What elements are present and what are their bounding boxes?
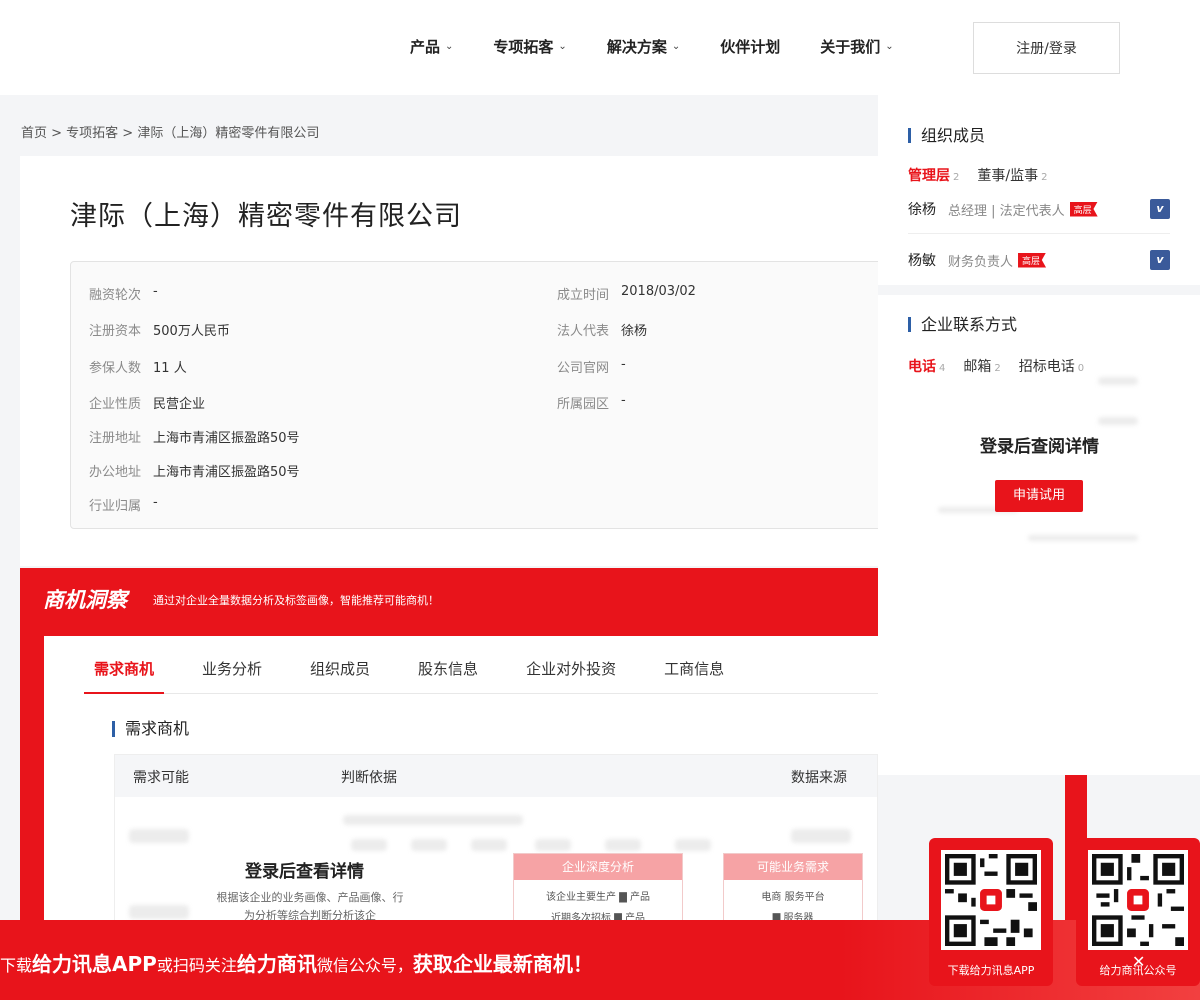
nav-solutions[interactable]: 解决方案 ⌄: [607, 36, 680, 57]
company-info-box: 融资轮次 - 成立时间 2018/03/02 注册资本 500万人民币 法人代表 徐杨 …: [70, 261, 890, 529]
chevron-down-icon: ⌄: [445, 41, 454, 52]
tab-business-registration[interactable]: 工商信息: [664, 636, 724, 693]
blurred-placeholder: [605, 839, 641, 851]
app-qr-card[interactable]: 下载给力讯息APP: [929, 838, 1053, 986]
wechat-qr-code: [1088, 850, 1188, 950]
business-insight-section: 商机洞察 通过对企业全量数据分析及标签画像，智能推荐可能商机！ 需求商机 业务分…: [20, 568, 878, 954]
company-title: 津际（上海）精密零件有限公司: [70, 201, 462, 232]
contact-title: 企业联系方式: [908, 317, 1017, 333]
insight-tabs: 需求商机 业务分析 组织成员 股东信息 企业对外投资 工商信息: [83, 636, 878, 694]
col-demand: 需求可能: [133, 770, 189, 786]
blurred-placeholder: [351, 839, 387, 851]
info-website: 公司官网 -: [557, 357, 626, 376]
chevron-down-icon: ⌄: [885, 41, 894, 52]
apply-trial-button[interactable]: 申请试用: [995, 480, 1083, 512]
blurred-placeholder: [343, 815, 523, 825]
blurred-placeholder: [129, 829, 189, 843]
tab-bid-phone[interactable]: 招标电话 0: [1019, 356, 1084, 376]
qr-code-icon: [945, 854, 1037, 946]
blurred-placeholder: [471, 839, 507, 851]
senior-badge: 高层: [1018, 252, 1047, 268]
info-industry: 行业归属 -: [89, 495, 158, 514]
insight-title: 商机洞察: [43, 588, 127, 612]
blurred-placeholder: [1098, 417, 1138, 425]
org-tabs: 管理层 2 董事/监事 2: [908, 165, 1065, 185]
info-founded: 成立时间 2018/03/02: [557, 284, 696, 303]
tab-phone[interactable]: 电话 4: [908, 356, 945, 376]
register-login-button[interactable]: 注册/登录: [973, 22, 1120, 74]
info-reg-address: 注册地址 上海市青浦区振盈路50号: [89, 431, 300, 446]
insight-panel: 需求商机 业务分析 组织成员 股东信息 企业对外投资 工商信息 需求商机 需求可…: [44, 636, 878, 954]
info-office-address: 办公地址 上海市青浦区振盈路50号: [89, 465, 300, 480]
info-capital: 注册资本 500万人民币: [89, 324, 230, 339]
table-header: 需求可能 判断依据 数据来源: [115, 755, 877, 797]
info-legal-rep: 法人代表 徐杨: [557, 324, 648, 339]
breadcrumb[interactable]: 首页 > 专项拓客 > 津际（上海）精密零件有限公司: [21, 122, 319, 141]
tab-investments[interactable]: 企业对外投资: [526, 636, 616, 693]
info-nature: 企业性质 民营企业: [89, 397, 206, 412]
blurred-placeholder: [1028, 535, 1138, 541]
chevron-down-icon: ⌄: [671, 41, 681, 52]
table-login-prompt[interactable]: 登录后查看详情: [245, 857, 364, 882]
info-financing: 融资轮次 -: [89, 284, 158, 303]
divider: [908, 233, 1170, 234]
vip-icon[interactable]: v: [1150, 250, 1170, 270]
vip-icon[interactable]: v: [1150, 199, 1170, 219]
tab-org-members[interactable]: 组织成员: [310, 636, 370, 693]
info-park: 所属园区 -: [557, 393, 626, 412]
col-source: 数据来源: [791, 770, 847, 786]
tab-demand-opportunity[interactable]: 需求商机: [83, 636, 165, 694]
right-sidebar: 组织成员 管理层 2 董事/监事 2 徐杨 总经理 | 法定代表人 高层 v 杨敏 …: [878, 95, 1200, 775]
blurred-placeholder: [791, 829, 851, 843]
org-members-title: 组织成员: [908, 128, 985, 144]
nav-partners[interactable]: 伙伴计划: [720, 36, 780, 57]
qr-code-icon: [1092, 854, 1184, 946]
banner-text: 下载给力讯息APP或扫码关注给力商讯微信公众号，获取企业最新商机！: [0, 952, 593, 976]
nav-products[interactable]: 产品 ⌄: [410, 36, 453, 57]
close-icon[interactable]: ✕: [1132, 952, 1145, 971]
info-insured: 参保人数 11 人: [89, 361, 187, 376]
top-header: 产品 ⌄ 专项拓客 ⌄ 解决方案 ⌄ 伙伴计划 关于我们 ⌄ 注册/登录: [0, 0, 1200, 95]
col-basis: 判断依据: [341, 770, 397, 786]
senior-badge: 高层: [1069, 201, 1098, 217]
insight-subtitle: 通过对企业全量数据分析及标签画像，智能推荐可能商机！: [153, 594, 439, 607]
blurred-placeholder: [1098, 377, 1138, 385]
blurred-placeholder: [535, 839, 571, 851]
contact-tabs: 电话 4 邮箱 2 招标电话 0: [908, 356, 1102, 376]
tab-shareholders[interactable]: 股东信息: [418, 636, 478, 693]
app-qr-code: [941, 850, 1041, 950]
member-row[interactable]: 杨敏 财务负责人 高层 v: [908, 236, 1170, 284]
tab-business-analysis[interactable]: 业务分析: [202, 636, 262, 693]
contact-login-prompt[interactable]: 登录后查阅详情: [980, 432, 1099, 457]
tab-email[interactable]: 邮箱 2: [963, 356, 1000, 376]
app-qr-label: 下载给力讯息APP: [947, 964, 1035, 977]
company-card: 津际（上海）精密零件有限公司 融资轮次 - 成立时间 2018/03/02 注册资本…: [20, 156, 890, 566]
nav-about[interactable]: 关于我们 ⌄: [820, 36, 893, 57]
member-row[interactable]: 徐杨 总经理 | 法定代表人 高层 v: [908, 185, 1170, 233]
chevron-down-icon: ⌄: [558, 41, 567, 52]
section-gap: [878, 285, 1200, 295]
nav-special-leads[interactable]: 专项拓客 ⌄: [493, 36, 566, 57]
blurred-placeholder: [411, 839, 447, 851]
blurred-placeholder: [675, 839, 711, 851]
demand-section-title: 需求商机: [112, 721, 189, 737]
main-nav: 产品 ⌄ 专项拓客 ⌄ 解决方案 ⌄ 伙伴计划 关于我们 ⌄: [410, 36, 934, 57]
tab-directors[interactable]: 董事/监事 2: [977, 165, 1047, 185]
blurred-placeholder: [129, 905, 189, 919]
tab-management[interactable]: 管理层 2: [908, 165, 959, 185]
